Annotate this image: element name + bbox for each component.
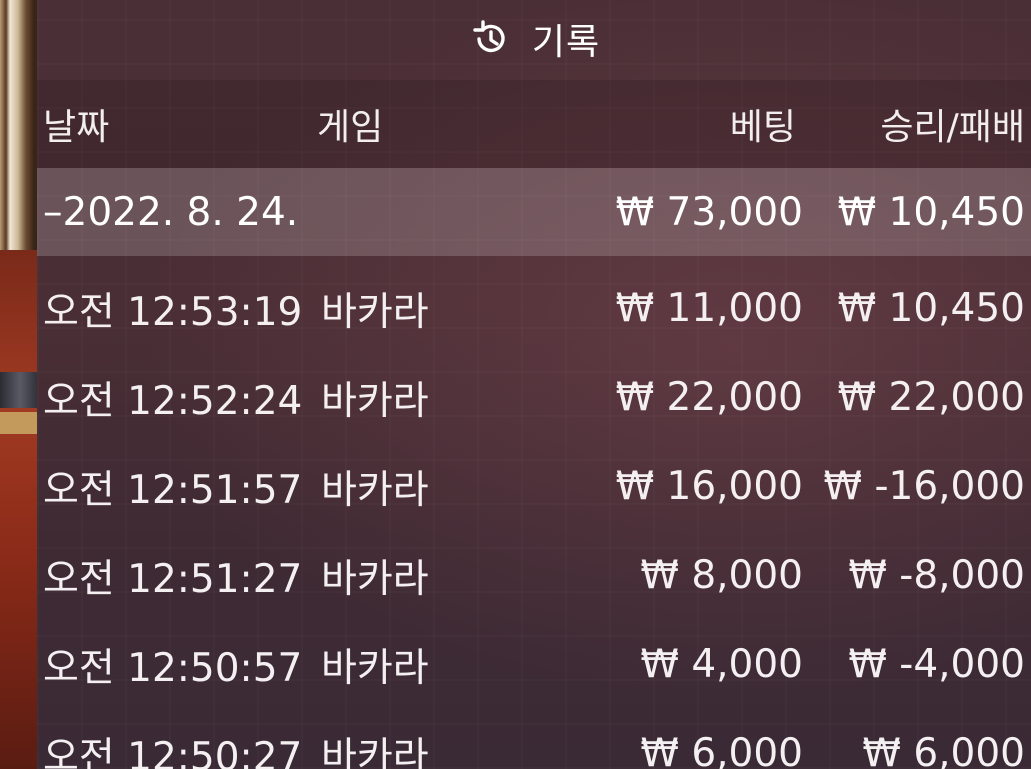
row-game: 바카라	[321, 289, 429, 335]
table-row[interactable]: 오전 12:50:27 바카라 ₩ 6,000 ₩ 6,000	[37, 709, 1031, 769]
row-result: ₩ -8,000	[848, 553, 1025, 598]
date-group-row[interactable]: –2022. 8. 24. ₩ 73,000 ₩ 10,450	[37, 168, 1031, 256]
row-time: 오전 12:51:57	[43, 467, 303, 513]
row-bet: ₩ 22,000	[615, 375, 803, 420]
row-bet: ₩ 16,000	[615, 464, 803, 509]
row-bet: ₩ 11,000	[615, 286, 803, 331]
table-row[interactable]: 오전 12:51:27 바카라 ₩ 8,000 ₩ -8,000	[37, 531, 1031, 620]
table-row[interactable]: 오전 12:52:24 바카라 ₩ 22,000 ₩ 22,000	[37, 353, 1031, 442]
row-bet: ₩ 4,000	[640, 642, 803, 687]
row-game: 바카라	[321, 645, 429, 691]
row-result: ₩ 6,000	[862, 731, 1025, 769]
row-result: ₩ -16,000	[823, 464, 1026, 509]
background-shelf	[0, 372, 40, 408]
row-result: ₩ 10,450	[837, 286, 1025, 331]
page-title: 기록	[531, 22, 601, 63]
row-time: 오전 12:53:19	[43, 289, 303, 335]
row-time: 오전 12:50:27	[43, 734, 303, 769]
row-result: ₩ 22,000	[837, 375, 1025, 420]
row-game: 바카라	[321, 734, 429, 769]
row-game: 바카라	[321, 378, 429, 424]
column-header-result[interactable]: 승리/패배	[880, 80, 1025, 168]
title-bar: 기록	[37, 0, 1031, 78]
row-time: 오전 12:50:57	[43, 645, 303, 691]
table-row[interactable]: 오전 12:53:19 바카라 ₩ 11,000 ₩ 10,450	[37, 264, 1031, 353]
row-bet: ₩ 8,000	[640, 553, 803, 598]
row-time: 오전 12:52:24	[43, 378, 303, 424]
row-result: ₩ -4,000	[848, 642, 1025, 687]
row-game: 바카라	[321, 467, 429, 513]
background-counter	[0, 412, 40, 434]
column-header-date[interactable]: 날짜	[43, 80, 109, 168]
table-header: 날짜 게임 베팅 승리/패배	[37, 80, 1031, 168]
date-group-label: –2022. 8. 24.	[43, 189, 299, 235]
date-group-total-bet: ₩ 73,000	[615, 189, 803, 235]
table-row[interactable]: 오전 12:50:57 바카라 ₩ 4,000 ₩ -4,000	[37, 620, 1031, 709]
column-header-game[interactable]: 게임	[317, 80, 383, 168]
history-icon	[468, 16, 514, 62]
date-group-total-result: ₩ 10,450	[837, 189, 1025, 235]
table-row[interactable]: 오전 12:51:57 바카라 ₩ 16,000 ₩ -16,000	[37, 442, 1031, 531]
row-time: 오전 12:51:27	[43, 556, 303, 602]
row-game: 바카라	[321, 556, 429, 602]
history-panel: 기록 날짜 게임 베팅 승리/패배 –2022. 8. 24. ₩ 73,000…	[37, 0, 1031, 769]
row-bet: ₩ 6,000	[640, 731, 803, 769]
history-list: 오전 12:53:19 바카라 ₩ 11,000 ₩ 10,450 오전 12:…	[37, 264, 1031, 769]
column-header-bet[interactable]: 베팅	[730, 80, 796, 168]
